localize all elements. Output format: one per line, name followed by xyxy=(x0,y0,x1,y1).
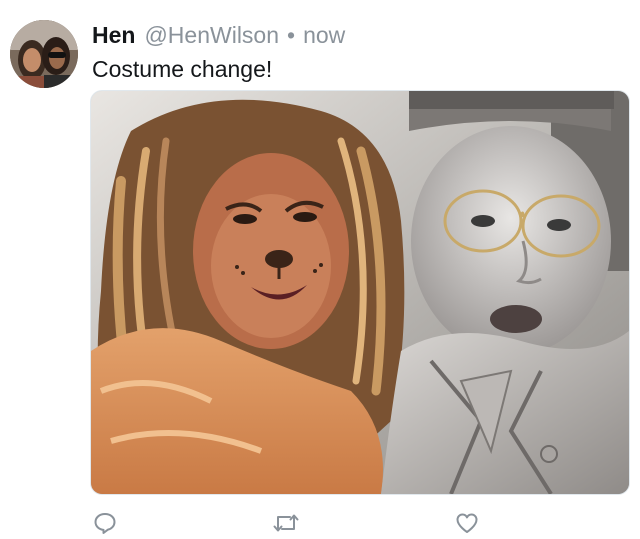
tweet-photo[interactable] xyxy=(90,90,630,495)
costume-photo xyxy=(91,91,629,494)
tweet-header: Hen @HenWilson • now xyxy=(92,20,345,50)
retweet-button[interactable] xyxy=(271,508,301,538)
timestamp[interactable]: now xyxy=(303,20,345,50)
heart-icon xyxy=(456,513,478,533)
user-handle[interactable]: @HenWilson xyxy=(144,20,279,50)
action-bar xyxy=(0,508,640,538)
avatar[interactable] xyxy=(10,20,78,88)
display-name[interactable]: Hen xyxy=(92,20,135,50)
retweet-arrows-icon xyxy=(273,514,299,532)
reply-button[interactable] xyxy=(90,508,120,538)
tweet: Hen @HenWilson • now Costume change! xyxy=(0,0,640,539)
separator-dot: • xyxy=(287,22,296,48)
tweet-text: Costume change! xyxy=(92,56,273,82)
avatar-photo xyxy=(10,20,78,88)
reply-bubble-icon xyxy=(94,513,116,534)
like-button[interactable] xyxy=(452,508,482,538)
